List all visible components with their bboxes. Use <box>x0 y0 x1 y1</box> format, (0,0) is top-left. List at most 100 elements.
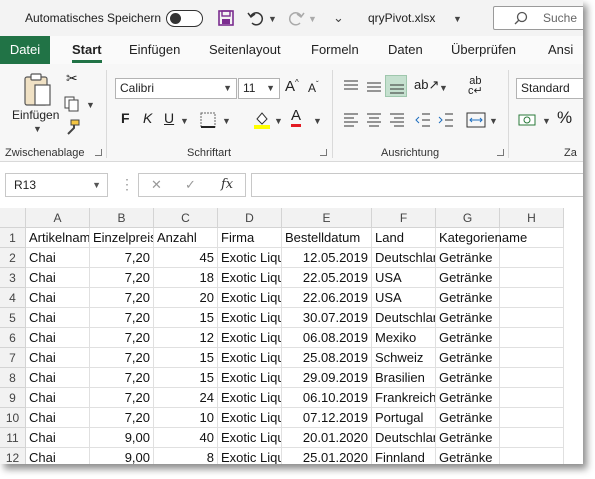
empty-cell[interactable] <box>500 408 564 428</box>
table-cell[interactable]: Getränke <box>436 248 500 268</box>
align-top-icon[interactable] <box>342 78 360 96</box>
filename-dropdown-icon[interactable]: ▼ <box>453 14 462 24</box>
table-cell[interactable]: Chai <box>26 288 90 308</box>
table-cell[interactable]: 06.10.2019 <box>282 388 372 408</box>
row-header[interactable]: 9 <box>0 388 26 408</box>
column-header-c[interactable]: C <box>154 208 218 228</box>
table-cell[interactable]: Exotic Liquids <box>218 348 282 368</box>
table-cell[interactable]: 45 <box>154 248 218 268</box>
table-cell[interactable]: Chai <box>26 348 90 368</box>
table-cell[interactable]: Finnland <box>372 448 436 464</box>
column-header-f[interactable]: F <box>372 208 436 228</box>
header-cell[interactable]: Einzelpreis <box>90 228 154 248</box>
merge-dropdown-icon[interactable]: ▼ <box>489 116 498 126</box>
paste-dropdown-icon[interactable]: ▼ <box>33 124 42 134</box>
font-color-icon[interactable]: A <box>291 108 302 127</box>
tab-page-layout[interactable]: Seitenlayout <box>209 36 281 64</box>
undo-dropdown-icon[interactable]: ▼ <box>268 14 277 24</box>
table-cell[interactable]: 12 <box>154 328 218 348</box>
align-left-icon[interactable] <box>342 111 360 129</box>
table-cell[interactable]: Deutschland <box>372 248 436 268</box>
formula-bar-grip-icon[interactable]: ⋮ <box>120 176 134 193</box>
header-cell[interactable]: Kategoriename <box>436 228 527 248</box>
column-header-b[interactable]: B <box>90 208 154 228</box>
table-cell[interactable]: Exotic Liquids <box>218 448 282 464</box>
table-cell[interactable]: Exotic Liquids <box>218 368 282 388</box>
column-header-g[interactable]: G <box>436 208 500 228</box>
empty-cell[interactable] <box>500 308 564 328</box>
table-cell[interactable]: 7,20 <box>90 288 154 308</box>
cancel-entry-button[interactable]: ✕ <box>151 177 162 193</box>
cut-icon[interactable]: ✂ <box>66 70 78 87</box>
font-name-combo[interactable]: Calibri ▼ <box>115 78 237 99</box>
format-painter-icon[interactable] <box>64 119 80 135</box>
paste-label[interactable]: Einfügen <box>12 108 59 122</box>
row-header[interactable]: 8 <box>0 368 26 388</box>
header-cell[interactable] <box>500 228 564 248</box>
table-cell[interactable]: Chai <box>26 368 90 388</box>
table-cell[interactable]: Chai <box>26 248 90 268</box>
confirm-entry-button[interactable]: ✓ <box>185 177 196 193</box>
file-name[interactable]: qryPivot.xlsx <box>368 11 435 25</box>
tab-file[interactable]: Datei <box>0 36 50 64</box>
underline-dropdown-icon[interactable]: ▼ <box>180 116 189 126</box>
table-cell[interactable]: 22.06.2019 <box>282 288 372 308</box>
save-icon[interactable] <box>216 8 236 28</box>
column-header-e[interactable]: E <box>282 208 372 228</box>
table-cell[interactable]: 7,20 <box>90 368 154 388</box>
table-cell[interactable]: USA <box>372 288 436 308</box>
table-cell[interactable]: Portugal <box>372 408 436 428</box>
row-header[interactable]: 7 <box>0 348 26 368</box>
alignment-launcher-icon[interactable] <box>497 149 504 156</box>
table-cell[interactable]: Getränke <box>436 428 500 448</box>
increase-font-icon[interactable]: A^ <box>285 78 299 95</box>
copy-dropdown-icon[interactable]: ▼ <box>86 100 95 110</box>
orientation-dropdown-icon[interactable]: ▼ <box>439 83 448 93</box>
tab-review[interactable]: Überprüfen <box>451 36 516 64</box>
table-cell[interactable]: Getränke <box>436 368 500 388</box>
table-cell[interactable]: 7,20 <box>90 408 154 428</box>
table-cell[interactable]: 7,20 <box>90 248 154 268</box>
empty-cell[interactable] <box>500 268 564 288</box>
table-cell[interactable]: 7,20 <box>90 348 154 368</box>
accounting-format-icon[interactable] <box>518 111 538 129</box>
autosave-toggle[interactable] <box>166 10 203 27</box>
column-header-d[interactable]: D <box>218 208 282 228</box>
table-cell[interactable]: Chai <box>26 428 90 448</box>
header-cell[interactable]: Firma <box>218 228 282 248</box>
font-size-combo[interactable]: 11 ▼ <box>238 78 280 99</box>
row-header[interactable]: 6 <box>0 328 26 348</box>
empty-cell[interactable] <box>500 348 564 368</box>
empty-cell[interactable] <box>500 388 564 408</box>
table-cell[interactable]: Getränke <box>436 288 500 308</box>
table-cell[interactable]: 7,20 <box>90 388 154 408</box>
table-cell[interactable]: 15 <box>154 308 218 328</box>
accounting-dropdown-icon[interactable]: ▼ <box>542 116 551 126</box>
row-header[interactable]: 5 <box>0 308 26 328</box>
paste-icon[interactable] <box>22 72 52 108</box>
bold-button[interactable]: F <box>121 110 130 126</box>
empty-cell[interactable] <box>500 248 564 268</box>
table-cell[interactable]: Getränke <box>436 448 500 464</box>
table-cell[interactable]: 9,00 <box>90 448 154 464</box>
name-box[interactable]: R13 ▼ <box>5 173 108 197</box>
table-cell[interactable]: Getränke <box>436 348 500 368</box>
empty-cell[interactable] <box>500 448 564 464</box>
column-header-h[interactable]: H <box>500 208 564 228</box>
row-header[interactable]: 3 <box>0 268 26 288</box>
table-cell[interactable]: Frankreich <box>372 388 436 408</box>
row-header[interactable]: 12 <box>0 448 26 464</box>
table-cell[interactable]: 18 <box>154 268 218 288</box>
table-cell[interactable]: 10 <box>154 408 218 428</box>
empty-cell[interactable] <box>500 288 564 308</box>
table-cell[interactable]: Exotic Liquids <box>218 428 282 448</box>
table-cell[interactable]: Chai <box>26 328 90 348</box>
table-cell[interactable]: 12.05.2019 <box>282 248 372 268</box>
row-header[interactable]: 4 <box>0 288 26 308</box>
font-name-dropdown-icon[interactable]: ▼ <box>223 79 232 98</box>
orientation-icon[interactable]: ab↗ <box>414 77 439 93</box>
table-cell[interactable]: Getränke <box>436 328 500 348</box>
wrap-text-icon[interactable]: ab c↵ <box>468 76 483 97</box>
table-cell[interactable]: 7,20 <box>90 268 154 288</box>
table-cell[interactable]: 24 <box>154 388 218 408</box>
